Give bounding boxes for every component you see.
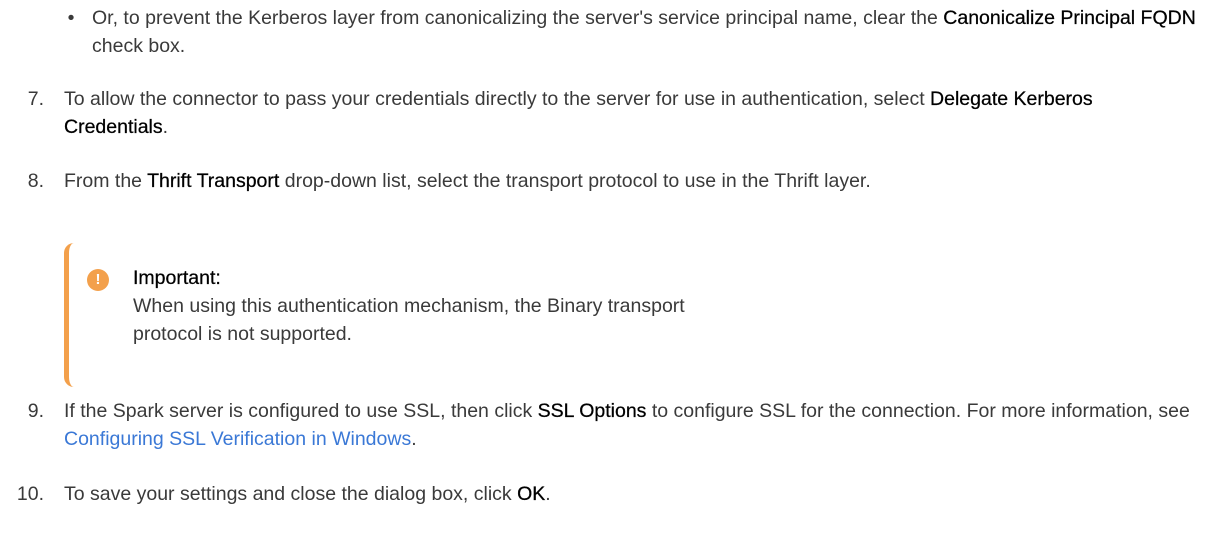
document-page: • Or, to prevent the Kerberos layer from… [0,0,1210,536]
bullet-text-before: Or, to prevent the Kerberos layer from c… [92,7,944,29]
step-10: 10. To save your settings and close the … [0,480,1200,508]
configuring-ssl-link[interactable]: Configuring SSL Verification in Windows [64,428,411,450]
step-number: 8. [27,170,44,192]
ok-label: OK [517,483,546,505]
note-body: When using this authentication mechanism… [133,295,685,345]
canonicalize-principal-fqdn-label: Canonicalize Principal FQDN [943,7,1196,29]
step-7: 7. To allow the connector to pass your c… [0,85,1200,141]
step-text-after: drop-down list, select the transport pro… [279,170,871,192]
step-text-after: . [411,428,417,450]
step-text-before: To save your settings and close the dial… [64,483,518,505]
step-text: To save your settings and close the dial… [64,480,1200,508]
bullet-symbol: • [67,7,75,29]
step-text-after: . [545,483,551,505]
step-number: 7. [27,88,44,110]
warning-icon: ! [87,269,109,291]
important-note: ! Important: When using this authenticat… [64,243,729,387]
thrift-transport-label: Thrift Transport [147,170,280,192]
bullet-text: Or, to prevent the Kerberos layer from c… [92,4,1204,60]
step-8: 8. From the Thrift Transport drop-down l… [0,167,1200,195]
note-title: Important: [133,267,221,289]
step-text: From the Thrift Transport drop-down list… [64,167,1200,195]
step-text-before: To allow the connector to pass your cred… [64,88,931,110]
step-number: 10. [16,483,44,505]
step-9: 9. If the Spark server is configured to … [0,397,1200,453]
step-text-middle: to configure SSL for the connection. For… [646,400,1190,422]
bullet-text-after: check box. [92,35,186,57]
bullet-item: • Or, to prevent the Kerberos layer from… [64,4,1204,60]
step-text-before: From the [64,170,148,192]
ssl-options-label: SSL Options [537,400,647,422]
step-number: 9. [27,400,44,422]
step-text: To allow the connector to pass your cred… [64,85,1200,141]
step-text-after: . [162,116,169,138]
step-text: If the Spark server is configured to use… [64,397,1200,453]
step-text-before: If the Spark server is configured to use… [64,400,538,422]
